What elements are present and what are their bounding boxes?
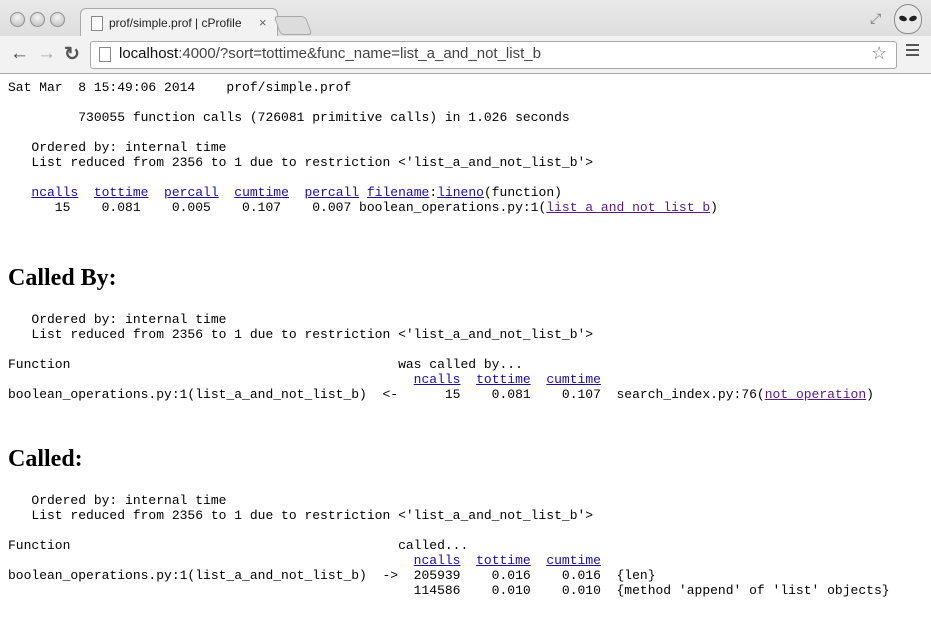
sort-cumtime-link[interactable]: cumtime bbox=[234, 185, 289, 200]
sort-lineno-link[interactable]: lineno bbox=[437, 185, 484, 200]
called-by-tottime-link[interactable]: tottime bbox=[476, 372, 531, 387]
close-window-button[interactable] bbox=[10, 12, 25, 27]
zoom-window-button[interactable] bbox=[50, 12, 65, 27]
fullscreen-icon[interactable]: ⤢ bbox=[870, 10, 881, 27]
page-content: Sat Mar 8 15:49:06 2014 prof/simple.prof… bbox=[8, 80, 928, 598]
browser-chrome: prof/simple.prof | cProfile × ⤢ ← → ↻ lo… bbox=[0, 0, 931, 74]
function-link[interactable]: list_a_and_not_list_b bbox=[546, 200, 710, 215]
called-by-ncalls-link[interactable]: ncalls bbox=[414, 372, 461, 387]
url-text[interactable]: localhost:4000/?sort=tottime&func_name=l… bbox=[119, 45, 541, 62]
profile-date-line: Sat Mar 8 15:49:06 2014 prof/simple.prof bbox=[8, 80, 352, 95]
sort-ncalls-link[interactable]: ncalls bbox=[31, 185, 78, 200]
called-by-heading: Called By: bbox=[8, 265, 117, 291]
stats-row-close: ) bbox=[710, 200, 718, 215]
browser-toolbar: ← → ↻ localhost:4000/?sort=tottime&func_… bbox=[0, 36, 931, 73]
called-columns: ncalls tottime cumtime bbox=[8, 553, 928, 568]
sort-percall-link[interactable]: percall bbox=[164, 185, 219, 200]
called-ncalls-link[interactable]: ncalls bbox=[414, 553, 461, 568]
called-by-columns: ncalls tottime cumtime bbox=[8, 372, 928, 387]
called-by-cumtime-link[interactable]: cumtime bbox=[546, 372, 601, 387]
stats-row-values: 15 0.081 0.005 0.107 0.007 boolean_opera… bbox=[8, 200, 547, 215]
star-icon[interactable]: ☆ bbox=[871, 43, 887, 64]
alien-profile-icon[interactable] bbox=[894, 4, 922, 34]
called-by-header: Function was called by... bbox=[8, 357, 523, 372]
called-header: Function called... bbox=[8, 538, 469, 553]
called-by-row-values: boolean_operations.py:1(list_a_and_not_l… bbox=[8, 387, 765, 402]
caller-function-link[interactable]: not_operation bbox=[765, 387, 866, 402]
list-reduced: List reduced from 2356 to 1 due to restr… bbox=[8, 155, 594, 170]
called-ordered: Ordered by: internal time bbox=[8, 493, 227, 508]
called-tottime-link[interactable]: tottime bbox=[476, 553, 531, 568]
url-path: :4000/?sort=tottime&func_name=list_a_and… bbox=[178, 45, 541, 62]
back-button[interactable]: ← bbox=[10, 43, 29, 65]
called-by-row: boolean_operations.py:1(list_a_and_not_l… bbox=[8, 387, 928, 402]
address-bar[interactable]: localhost:4000/?sort=tottime&func_name=l… bbox=[90, 41, 897, 69]
called-by-row-close: ) bbox=[866, 387, 874, 402]
forward-button[interactable]: → bbox=[37, 43, 56, 65]
stats-row: 15 0.081 0.005 0.107 0.007 boolean_opera… bbox=[8, 200, 928, 215]
function-calls-summary: 730055 function calls (726081 primitive … bbox=[8, 110, 570, 125]
tab-title: prof/simple.prof | cProfile bbox=[109, 16, 242, 30]
sort-filename-link[interactable]: filename bbox=[367, 185, 429, 200]
called-by-reduced: List reduced from 2356 to 1 due to restr… bbox=[8, 327, 594, 342]
stats-header-row: ncalls tottime percall cumtime percall f… bbox=[31, 185, 562, 200]
new-tab-button[interactable] bbox=[273, 16, 313, 35]
called-row-append: 114586 0.010 0.010 {method 'append' of '… bbox=[8, 583, 890, 598]
browser-tab[interactable]: prof/simple.prof | cProfile × bbox=[80, 8, 278, 37]
sort-percall-cum-link[interactable]: percall bbox=[304, 185, 359, 200]
page-icon bbox=[91, 16, 103, 31]
called-row-len: boolean_operations.py:1(list_a_and_not_l… bbox=[8, 568, 656, 583]
called-heading: Called: bbox=[8, 446, 83, 472]
page-icon bbox=[99, 47, 111, 62]
called-reduced: List reduced from 2356 to 1 due to restr… bbox=[8, 508, 594, 523]
tab-close-icon[interactable]: × bbox=[259, 15, 267, 30]
url-host: localhost bbox=[119, 45, 179, 62]
called-by-ordered: Ordered by: internal time bbox=[8, 312, 227, 327]
ordered-by: Ordered by: internal time bbox=[8, 140, 227, 155]
sort-tottime-link[interactable]: tottime bbox=[94, 185, 149, 200]
menu-icon[interactable] bbox=[906, 44, 919, 59]
function-column-label: (function) bbox=[483, 185, 562, 200]
called-cumtime-link[interactable]: cumtime bbox=[546, 553, 601, 568]
reload-button[interactable]: ↻ bbox=[64, 43, 80, 66]
minimize-window-button[interactable] bbox=[30, 12, 45, 27]
